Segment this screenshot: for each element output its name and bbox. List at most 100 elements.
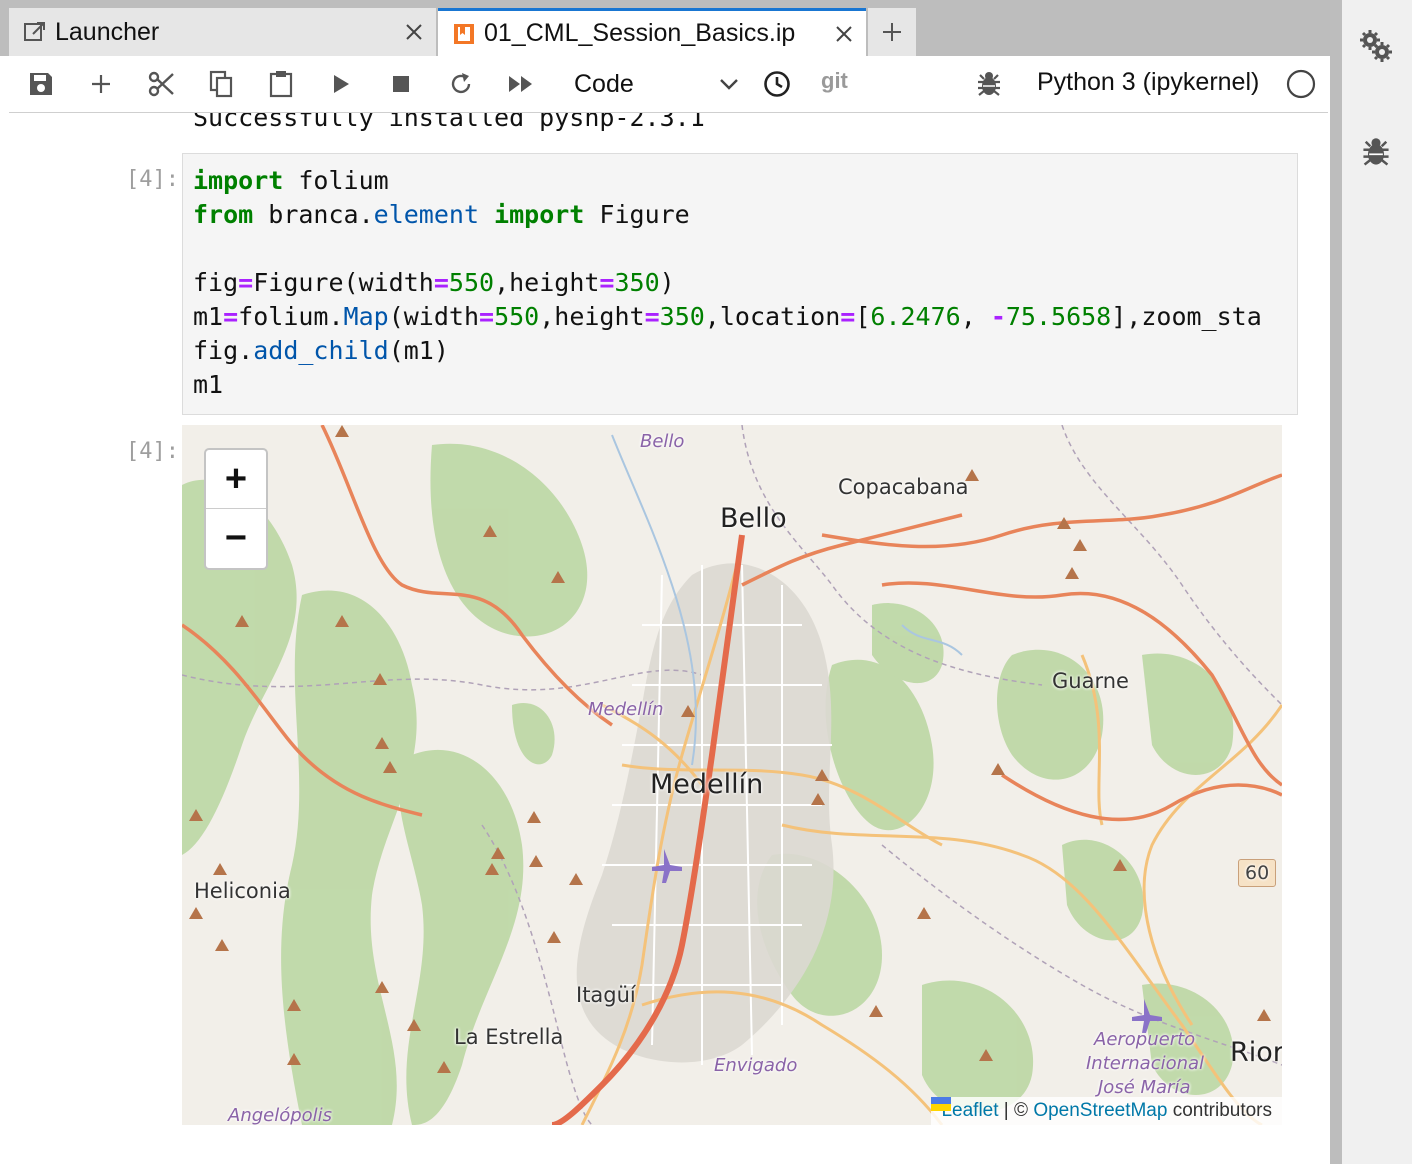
restart-button[interactable] xyxy=(441,64,481,104)
operator: = xyxy=(223,302,239,331)
code-token: fig xyxy=(193,268,239,297)
cut-icon xyxy=(148,71,174,97)
output-prompt: [4]: xyxy=(126,439,179,464)
kernel-status-icon xyxy=(1286,69,1316,99)
tab-label: 01_CML_Session_Basics.ip xyxy=(484,19,796,47)
kernel-status xyxy=(1281,64,1321,104)
launcher-icon xyxy=(15,8,55,56)
number-token: 550 xyxy=(448,268,495,297)
cell-type-select[interactable]: Code xyxy=(569,64,739,104)
number-token: 350 xyxy=(614,268,660,297)
map-label: Itagüí xyxy=(576,983,636,1007)
code-token: m1 xyxy=(193,302,224,331)
code-token: , xyxy=(960,302,991,331)
code-token: Figure xyxy=(584,200,690,229)
chevron-down-icon xyxy=(720,79,738,90)
route-shield: 60 xyxy=(1238,859,1277,887)
tab-notebook[interactable]: 01_CML_Session_Basics.ip xyxy=(438,8,866,56)
map-label: Bello xyxy=(640,431,685,452)
map-label: Copacabana xyxy=(838,475,969,499)
notebook-toolbar: Code git Python 3 (ipykernel) xyxy=(9,56,1328,113)
fast-forward-icon xyxy=(509,76,532,92)
map-label: Heliconia xyxy=(194,879,291,903)
copy-button[interactable] xyxy=(201,64,241,104)
paste-button[interactable] xyxy=(261,64,301,104)
map-label: La Estrella xyxy=(454,1025,564,1049)
jupyterlab-window: { "tabs": [ {"label": "Launcher", "icon"… xyxy=(0,0,1412,1164)
run-button[interactable] xyxy=(321,64,361,104)
attribution-text: contributors xyxy=(1167,1100,1272,1121)
code-token: Figure(width xyxy=(253,268,434,297)
cell-type-value: Code xyxy=(574,69,634,98)
code-token: folium xyxy=(283,166,389,195)
number-token: 350 xyxy=(659,302,705,331)
map-label: Medellín xyxy=(588,699,664,720)
save-icon xyxy=(30,73,52,95)
zoom-out-button[interactable]: − xyxy=(206,509,266,568)
number-token: 75.5658 xyxy=(1005,302,1112,331)
debugger-icon xyxy=(1363,138,1389,166)
run-all-button[interactable] xyxy=(501,64,541,104)
stop-button[interactable] xyxy=(381,64,421,104)
close-icon[interactable] xyxy=(822,10,866,58)
paste-icon xyxy=(269,71,293,98)
run-icon xyxy=(334,75,349,93)
git-label[interactable]: git xyxy=(821,68,848,94)
debugger-button[interactable] xyxy=(969,64,1009,104)
restart-icon xyxy=(451,73,471,94)
add-icon xyxy=(92,75,110,93)
map-label: Rior xyxy=(1230,1037,1282,1068)
attribute-token: element xyxy=(373,200,479,229)
number-token: 6.2476 xyxy=(870,302,961,331)
operator: = xyxy=(238,268,254,297)
stop-icon xyxy=(393,76,409,92)
close-icon[interactable] xyxy=(392,8,436,56)
save-button[interactable] xyxy=(21,64,61,104)
code-token: ],zoom_sta xyxy=(1111,302,1262,331)
code-token: fig. xyxy=(193,336,254,365)
new-tab-button[interactable] xyxy=(868,8,916,56)
ukraine-flag-icon xyxy=(931,1097,952,1111)
clock-icon xyxy=(764,71,790,97)
number-token: 550 xyxy=(494,302,540,331)
tab-launcher[interactable]: Launcher xyxy=(9,8,436,56)
right-sidebar xyxy=(1330,0,1412,1164)
keyword: import xyxy=(479,200,585,229)
previous-output-text: Successfully installed pyshp-2.3.1 xyxy=(193,113,705,132)
folium-map[interactable]: Bello Copacabana Bello Guarne Medellín M… xyxy=(182,425,1282,1125)
keyword: from xyxy=(193,200,254,229)
property-inspector-button[interactable] xyxy=(1356,26,1396,66)
cut-button[interactable] xyxy=(141,64,181,104)
code-token: ,height xyxy=(539,302,645,331)
kernel-name[interactable]: Python 3 (ipykernel) xyxy=(1037,68,1259,97)
operator: = xyxy=(840,302,856,331)
attribute-token: Map xyxy=(343,302,389,331)
tab-bar: Launcher 01_CML_Session_Basics.ip xyxy=(0,0,1330,56)
debugger-sidebar-button[interactable] xyxy=(1356,132,1396,172)
map-label: Envigado xyxy=(714,1055,798,1076)
operator: - xyxy=(990,302,1006,331)
map-label: Medellín xyxy=(650,769,764,800)
insert-cell-button[interactable] xyxy=(81,64,121,104)
map-label: Aeropuerto xyxy=(1094,1029,1196,1050)
operator: = xyxy=(599,268,615,297)
operator: = xyxy=(644,302,660,331)
add-icon xyxy=(883,23,901,41)
tab-label: Launcher xyxy=(55,17,160,46)
zoom-control: + − xyxy=(204,448,268,570)
attribute-token: add_child xyxy=(253,336,389,365)
operator: = xyxy=(433,268,449,297)
operator: = xyxy=(479,302,495,331)
code-token: (width xyxy=(388,302,479,331)
notebook-panel: Successfully installed pyshp-2.3.1 [4]: … xyxy=(9,113,1328,1164)
copy-icon xyxy=(209,70,233,98)
attribution-separator: | © xyxy=(998,1100,1034,1121)
zoom-in-button[interactable]: + xyxy=(206,450,266,509)
code-token: ) xyxy=(659,268,675,297)
code-token: m1 xyxy=(193,370,224,399)
code-token: (m1) xyxy=(388,336,449,365)
code-cell-editor[interactable]: import folium from branca.element import… xyxy=(182,153,1298,415)
code-text[interactable]: import folium from branca.element import… xyxy=(193,164,1262,402)
cell-timing-button[interactable] xyxy=(757,64,797,104)
openstreetmap-link[interactable]: OpenStreetMap xyxy=(1033,1100,1167,1122)
